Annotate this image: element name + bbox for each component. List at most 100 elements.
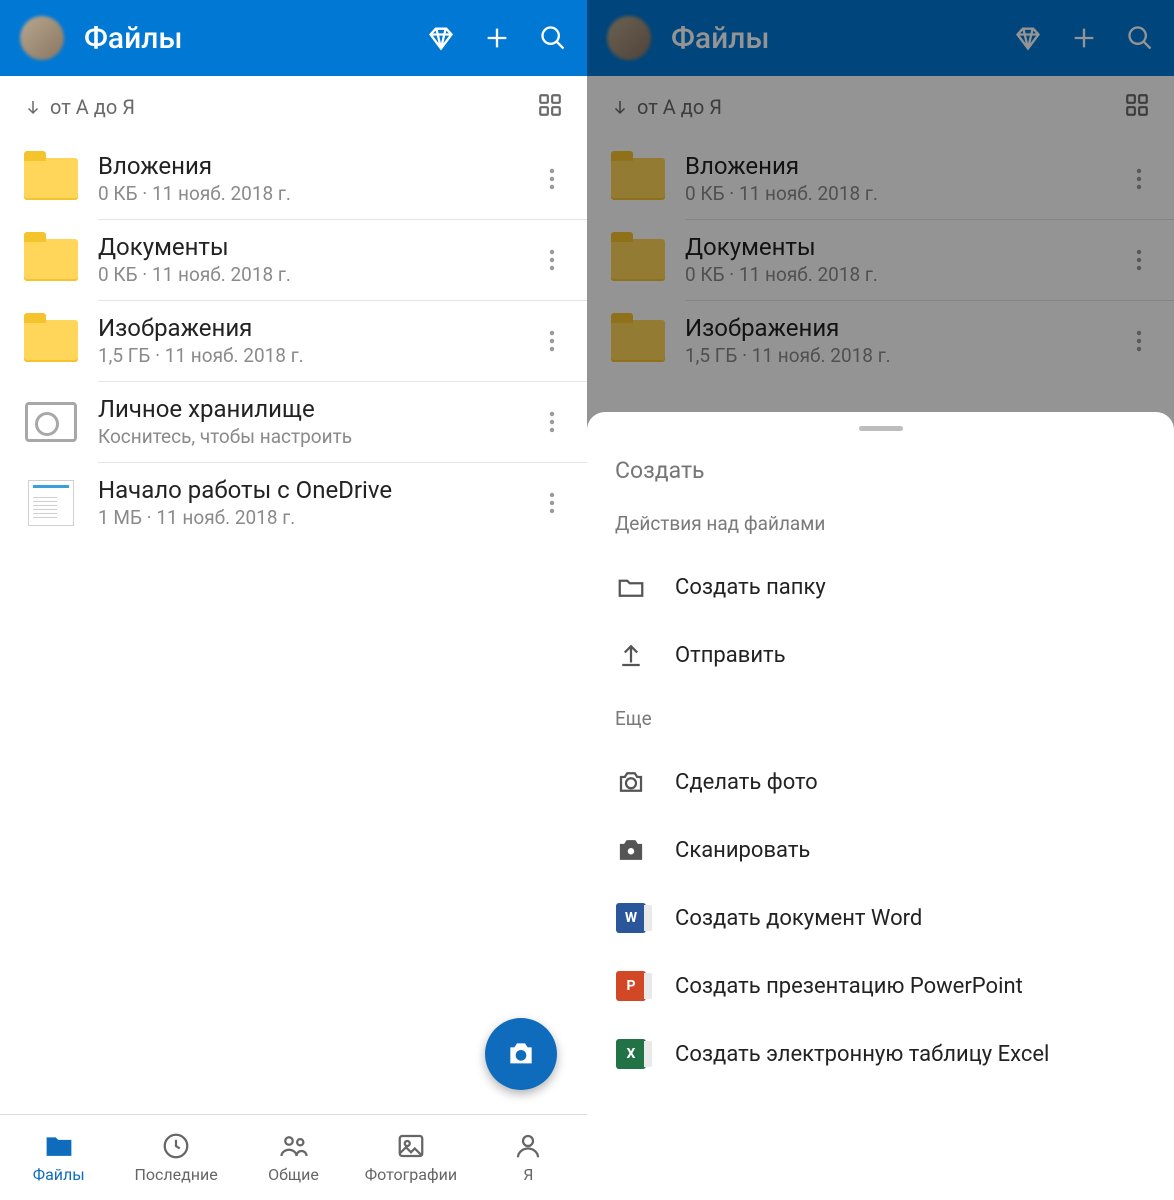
drag-handle[interactable] — [859, 426, 903, 431]
file-meta: 1 МБ · 11 нояб. 2018 г. — [98, 506, 537, 529]
file-name: Начало работы с OneDrive — [98, 476, 537, 504]
view-toggle-button[interactable] — [537, 92, 563, 122]
camera-outline-icon — [615, 766, 647, 798]
file-name: Личное хранилище — [98, 395, 537, 423]
list-item[interactable]: Вложения0 КБ · 11 нояб. 2018 г. — [587, 138, 1174, 219]
view-toggle-button[interactable] — [1124, 92, 1150, 122]
camera-filled-icon — [615, 834, 647, 866]
more-button[interactable] — [1124, 248, 1154, 272]
file-name: Вложения — [98, 152, 537, 180]
folder-icon — [609, 236, 667, 284]
list-item[interactable]: Вложения0 КБ · 11 нояб. 2018 г. — [0, 138, 587, 219]
premium-icon[interactable] — [1014, 24, 1042, 52]
nav-shared[interactable]: Общие — [235, 1115, 352, 1200]
folder-icon — [44, 1131, 74, 1161]
file-meta: 1,5 ГБ · 11 нояб. 2018 г. — [685, 344, 1124, 367]
file-meta: 0 КБ · 11 нояб. 2018 г. — [685, 182, 1124, 205]
image-icon — [396, 1131, 426, 1161]
sort-button[interactable]: от А до Я — [611, 95, 722, 119]
action-take-photo[interactable]: Сделать фото — [587, 748, 1174, 816]
grid-icon — [1124, 92, 1150, 118]
screen-create-sheet: Файлы от А до Я Вложения0 КБ · 11 нояб. … — [587, 0, 1174, 1200]
file-meta: Коснитесь, чтобы настроить — [98, 425, 537, 448]
action-create-powerpoint[interactable]: P Создать презентацию PowerPoint — [587, 952, 1174, 1020]
create-bottom-sheet: Создать Действия над файлами Создать пап… — [587, 412, 1174, 1200]
nav-photos[interactable]: Фотографии — [352, 1115, 469, 1200]
folder-outline-icon — [615, 571, 647, 603]
powerpoint-icon: P — [615, 970, 647, 1002]
file-list: Вложения0 КБ · 11 нояб. 2018 г. Документ… — [587, 138, 1174, 381]
file-meta: 0 КБ · 11 нояб. 2018 г. — [685, 263, 1124, 286]
list-item[interactable]: Документы0 КБ · 11 нояб. 2018 г. — [587, 219, 1174, 300]
action-create-folder[interactable]: Создать папку — [587, 553, 1174, 621]
file-name: Документы — [98, 233, 537, 261]
action-scan[interactable]: Сканировать — [587, 816, 1174, 884]
avatar[interactable] — [607, 16, 651, 60]
header-actions — [427, 24, 567, 52]
folder-icon — [22, 236, 80, 284]
sort-row: от А до Я — [0, 76, 587, 138]
grid-icon — [537, 92, 563, 118]
add-icon[interactable] — [1070, 24, 1098, 52]
nav-me[interactable]: Я — [470, 1115, 587, 1200]
nav-files[interactable]: Файлы — [0, 1115, 117, 1200]
arrow-down-icon — [611, 98, 629, 116]
more-button[interactable] — [1124, 329, 1154, 353]
search-icon[interactable] — [539, 24, 567, 52]
folder-icon — [22, 317, 80, 365]
more-button[interactable] — [1124, 167, 1154, 191]
sort-button[interactable]: от А до Я — [24, 95, 135, 119]
arrow-down-icon — [24, 98, 42, 116]
people-icon — [279, 1131, 309, 1161]
action-create-word[interactable]: W Создать документ Word — [587, 884, 1174, 952]
more-button[interactable] — [537, 329, 567, 353]
premium-icon[interactable] — [427, 24, 455, 52]
section-label: Еще — [587, 689, 1174, 748]
folder-icon — [609, 155, 667, 203]
screen-files: Файлы от А до Я Вложения0 КБ · 11 нояб. … — [0, 0, 587, 1200]
more-button[interactable] — [537, 248, 567, 272]
bottom-nav: Файлы Последние Общие Фотографии Я — [0, 1114, 587, 1200]
file-meta: 0 КБ · 11 нояб. 2018 г. — [98, 263, 537, 286]
excel-icon: X — [615, 1038, 647, 1070]
action-upload[interactable]: Отправить — [587, 621, 1174, 689]
sort-label: от А до Я — [50, 95, 135, 119]
app-header: Файлы — [0, 0, 587, 76]
add-icon[interactable] — [483, 24, 511, 52]
list-item[interactable]: Изображения1,5 ГБ · 11 нояб. 2018 г. — [0, 300, 587, 381]
file-name: Изображения — [98, 314, 537, 342]
folder-icon — [609, 317, 667, 365]
more-button[interactable] — [537, 167, 567, 191]
list-item[interactable]: Документы0 КБ · 11 нояб. 2018 г. — [0, 219, 587, 300]
clock-icon — [161, 1131, 191, 1161]
section-label: Действия над файлами — [587, 512, 1174, 553]
file-name: Документы — [685, 233, 1124, 261]
sheet-title: Создать — [587, 451, 1174, 512]
file-meta: 1,5 ГБ · 11 нояб. 2018 г. — [98, 344, 537, 367]
file-meta: 0 КБ · 11 нояб. 2018 г. — [98, 182, 537, 205]
list-item[interactable]: Личное хранилищеКоснитесь, чтобы настрои… — [0, 381, 587, 462]
vault-icon — [22, 398, 80, 446]
avatar[interactable] — [20, 16, 64, 60]
more-button[interactable] — [537, 410, 567, 434]
document-icon — [22, 479, 80, 527]
nav-recent[interactable]: Последние — [117, 1115, 234, 1200]
sort-label: от А до Я — [637, 95, 722, 119]
more-button[interactable] — [537, 491, 567, 515]
app-header: Файлы — [587, 0, 1174, 76]
upload-icon — [615, 639, 647, 671]
file-list: Вложения0 КБ · 11 нояб. 2018 г. Документ… — [0, 138, 587, 543]
list-item[interactable]: Изображения1,5 ГБ · 11 нояб. 2018 г. — [587, 300, 1174, 381]
search-icon[interactable] — [1126, 24, 1154, 52]
file-name: Вложения — [685, 152, 1124, 180]
page-title: Файлы — [84, 21, 427, 56]
folder-icon — [22, 155, 80, 203]
camera-fab[interactable] — [485, 1018, 557, 1090]
header-actions — [1014, 24, 1154, 52]
action-create-excel[interactable]: X Создать электронную таблицу Excel — [587, 1020, 1174, 1088]
person-icon — [513, 1131, 543, 1161]
sort-row: от А до Я — [587, 76, 1174, 138]
list-item[interactable]: Начало работы с OneDrive1 МБ · 11 нояб. … — [0, 462, 587, 543]
file-name: Изображения — [685, 314, 1124, 342]
word-icon: W — [615, 902, 647, 934]
